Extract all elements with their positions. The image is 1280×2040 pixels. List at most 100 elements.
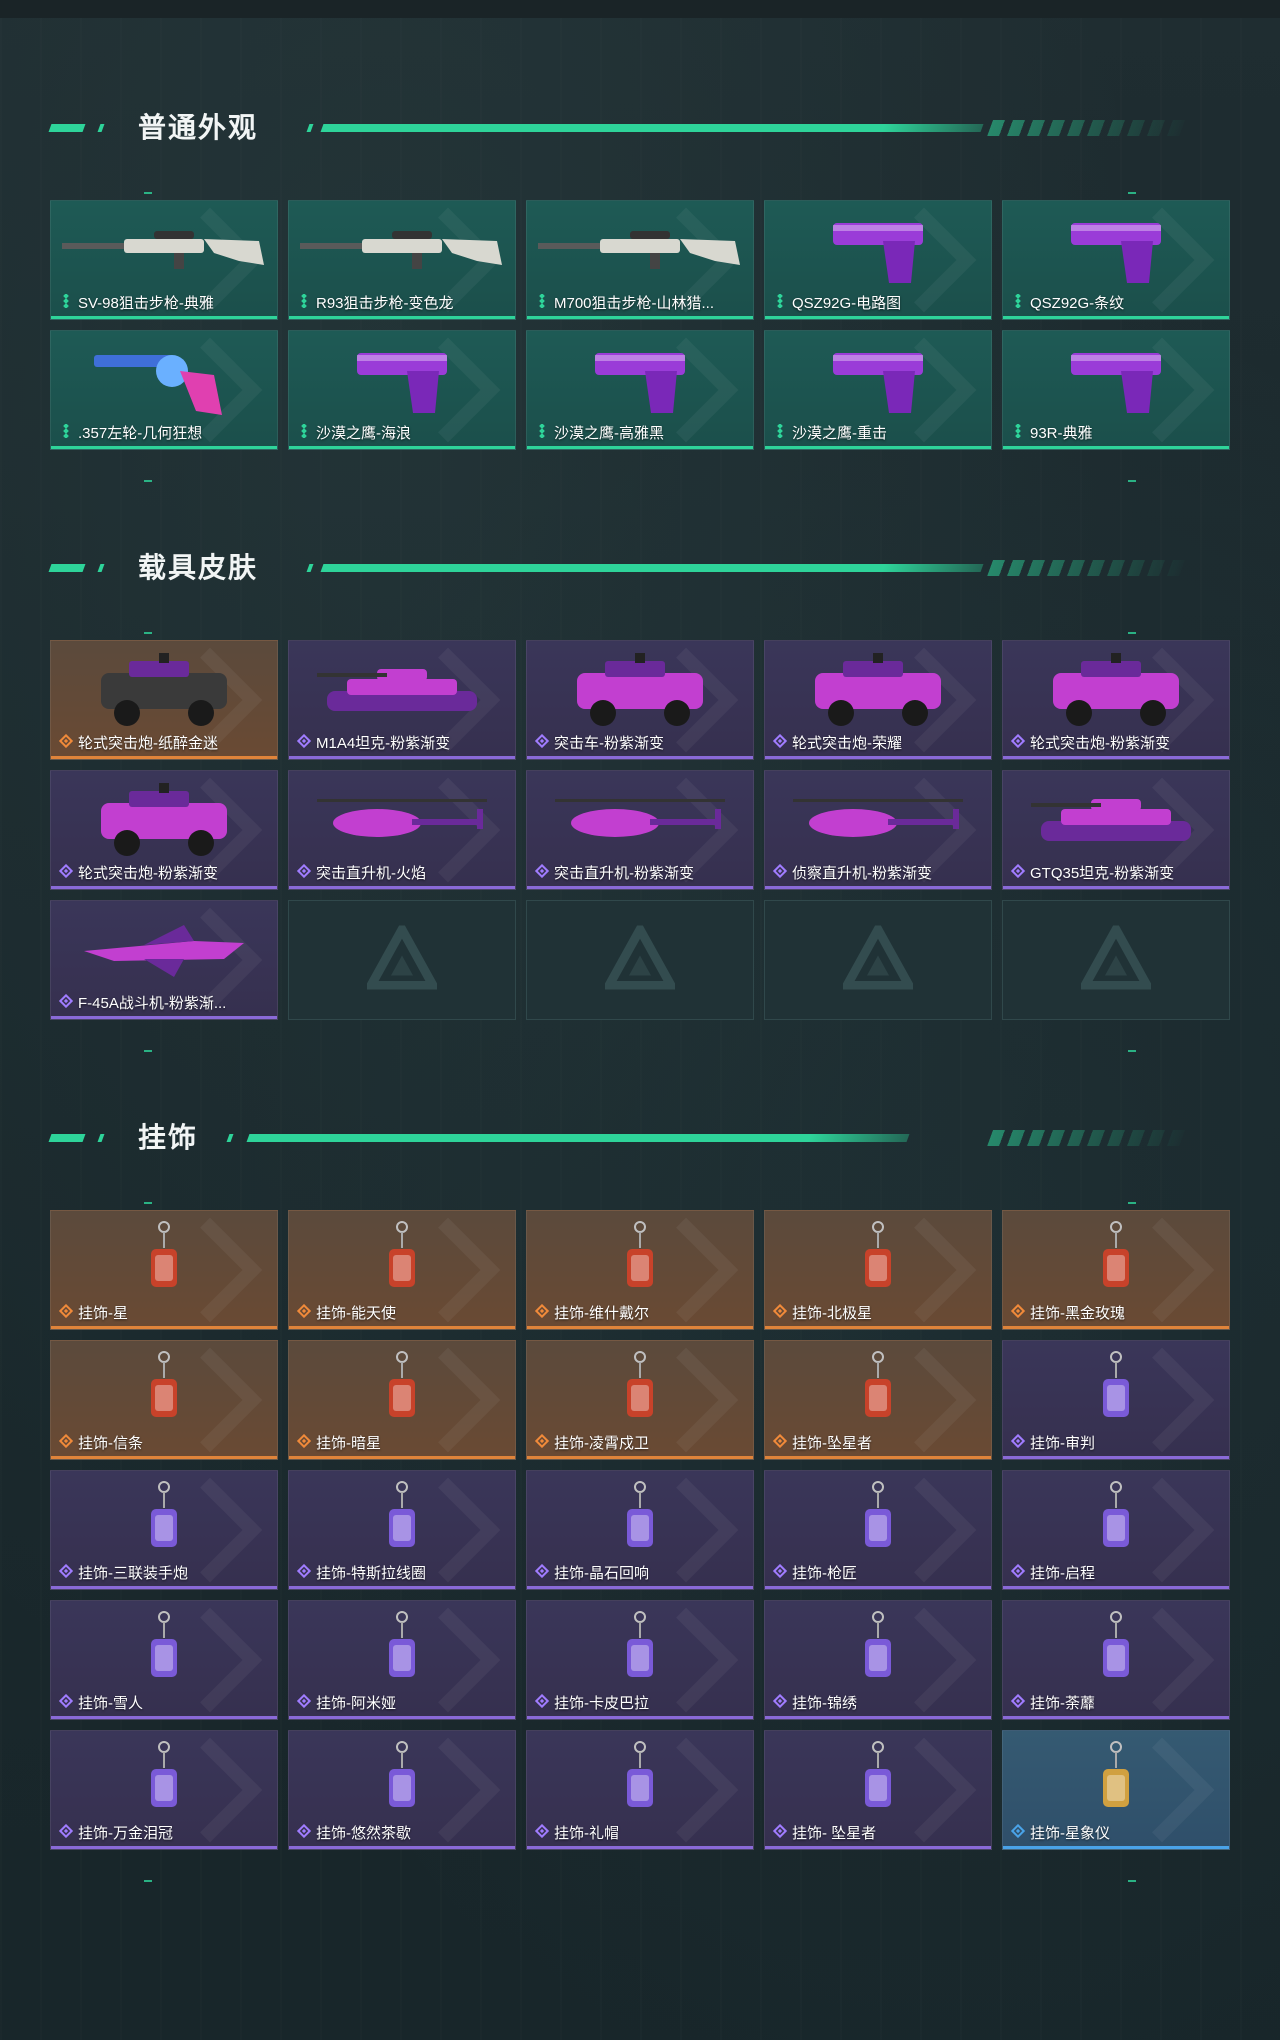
rarity-icon — [535, 733, 550, 752]
skin-card[interactable]: 轮式突击炮-荣耀 — [764, 640, 992, 760]
header-checker — [987, 560, 1193, 576]
skin-label-row: 挂饰-特斯拉线圈 — [297, 1562, 509, 1583]
skin-card[interactable]: 挂饰-晶石回响 — [526, 1470, 754, 1590]
skin-card[interactable]: 挂饰-阿米娅 — [288, 1600, 516, 1720]
skin-name: 挂饰-锦绣 — [792, 1695, 857, 1712]
rarity-icon — [59, 1693, 74, 1712]
skin-card[interactable]: 挂饰-悠然茶歇 — [288, 1730, 516, 1850]
skin-card[interactable]: 轮式突击炮-纸醉金迷 — [50, 640, 278, 760]
skin-card[interactable]: 沙漠之鹰-高雅黑 — [526, 330, 754, 450]
skin-name: 突击直升机-火焰 — [316, 865, 426, 882]
skin-card[interactable]: 挂饰-暗星 — [288, 1340, 516, 1460]
skin-card[interactable]: 挂饰-启程 — [1002, 1470, 1230, 1590]
rarity-icon — [297, 1563, 312, 1582]
skin-card[interactable]: 挂饰-锦绣 — [764, 1600, 992, 1720]
skin-name: 挂饰-特斯拉线圈 — [316, 1565, 426, 1582]
charm-icon — [1003, 1219, 1229, 1303]
skin-card[interactable]: 沙漠之鹰-重击 — [764, 330, 992, 450]
skin-card[interactable]: 突击直升机-火焰 — [288, 770, 516, 890]
skin-card[interactable]: 挂饰-北极星 — [764, 1210, 992, 1330]
skin-name: .357左轮-几何狂想 — [78, 425, 203, 442]
pistol-icon — [1003, 209, 1229, 293]
skin-card[interactable]: 突击直升机-粉紫渐变 — [526, 770, 754, 890]
placeholder-logo-icon — [601, 920, 679, 995]
charm-icon — [289, 1479, 515, 1563]
skin-card[interactable]: 挂饰-特斯拉线圈 — [288, 1470, 516, 1590]
skin-card[interactable]: 挂饰-坠星者 — [764, 1340, 992, 1460]
charm-icon — [289, 1349, 515, 1433]
skin-card[interactable]: 93R-典雅 — [1002, 330, 1230, 450]
rifle-icon — [289, 209, 515, 293]
skin-card[interactable]: QSZ92G-条纹 — [1002, 200, 1230, 320]
skin-card[interactable]: 挂饰-万金泪冠 — [50, 1730, 278, 1850]
skin-card[interactable]: QSZ92G-电路图 — [764, 200, 992, 320]
skin-card[interactable]: M700狙击步枪-山林猎... — [526, 200, 754, 320]
skin-card[interactable]: M1A4坦克-粉紫渐变 — [288, 640, 516, 760]
skin-card[interactable]: 挂饰-雪人 — [50, 1600, 278, 1720]
skin-card[interactable]: 突击车-粉紫渐变 — [526, 640, 754, 760]
skin-card[interactable]: 挂饰-枪匠 — [764, 1470, 992, 1590]
grid-tick — [144, 1050, 152, 1052]
item-grid: 轮式突击炮-纸醉金迷 M1A4坦克-粉紫渐变 突击车-粉紫渐变 轮式突击炮-荣耀… — [50, 640, 1230, 1020]
skin-card[interactable]: 挂饰-星 — [50, 1210, 278, 1330]
skin-card[interactable]: 轮式突击炮-粉紫渐变 — [50, 770, 278, 890]
rarity-icon — [1011, 1433, 1026, 1452]
charm-icon — [1003, 1349, 1229, 1433]
charm-icon — [1003, 1739, 1229, 1823]
header-checker — [987, 1130, 1193, 1146]
placeholder-logo-icon — [1077, 920, 1155, 995]
skin-card[interactable]: 挂饰-维什戴尔 — [526, 1210, 754, 1330]
skin-name: 挂饰-星 — [78, 1305, 128, 1322]
empty-slot — [526, 900, 754, 1020]
skin-card[interactable]: 挂饰-星象仪 — [1002, 1730, 1230, 1850]
rarity-icon — [1011, 1563, 1026, 1582]
skin-label-row: 挂饰-阿米娅 — [297, 1692, 509, 1713]
skin-name: 挂饰-暗星 — [316, 1435, 381, 1452]
charm-icon — [51, 1609, 277, 1693]
skin-card[interactable]: 侦察直升机-粉紫渐变 — [764, 770, 992, 890]
header-bar — [320, 564, 984, 572]
skin-card[interactable]: 挂饰-荼蘼 — [1002, 1600, 1230, 1720]
section-header: 载具皮肤 — [0, 550, 1280, 590]
skin-card[interactable]: 轮式突击炮-粉紫渐变 — [1002, 640, 1230, 760]
skin-card[interactable]: .357左轮-几何狂想 — [50, 330, 278, 450]
skin-label-row: .357左轮-几何狂想 — [59, 422, 271, 443]
skin-card[interactable]: 挂饰-三联装手炮 — [50, 1470, 278, 1590]
skin-name: GTQ35坦克-粉紫渐变 — [1030, 865, 1175, 882]
item-grid: 挂饰-星 挂饰-能天使 挂饰-维什戴尔 挂饰-北极星 挂饰-黑金玫瑰 挂饰-信条… — [50, 1210, 1230, 1850]
skin-card[interactable]: SV-98狙击步枪-典雅 — [50, 200, 278, 320]
skin-label-row: 挂饰-晶石回响 — [535, 1562, 747, 1583]
skin-card[interactable]: 挂饰- 坠星者 — [764, 1730, 992, 1850]
armored-vehicle-icon — [527, 649, 753, 733]
skin-label-row: 挂饰-信条 — [59, 1432, 271, 1453]
skin-name: 轮式突击炮-粉紫渐变 — [78, 865, 218, 882]
skin-card[interactable]: 挂饰-能天使 — [288, 1210, 516, 1330]
placeholder-logo-icon — [839, 920, 917, 995]
skin-card[interactable]: 挂饰-凌霄戍卫 — [526, 1340, 754, 1460]
rarity-icon — [535, 1433, 550, 1452]
skin-label-row: 挂饰-维什戴尔 — [535, 1302, 747, 1323]
skin-card[interactable]: 挂饰-卡皮巴拉 — [526, 1600, 754, 1720]
skin-label-row: 挂饰-审判 — [1011, 1432, 1223, 1453]
skin-label-row: 轮式突击炮-粉紫渐变 — [1011, 732, 1223, 753]
skin-label-row: 挂饰-锦绣 — [773, 1692, 985, 1713]
empty-slot — [764, 900, 992, 1020]
rarity-icon — [1011, 422, 1025, 442]
skin-card[interactable]: 挂饰-审判 — [1002, 1340, 1230, 1460]
armored-vehicle-icon — [765, 649, 991, 733]
jet-icon — [51, 909, 277, 993]
skin-name: 挂饰-荼蘼 — [1030, 1695, 1095, 1712]
skin-card[interactable]: R93狙击步枪-变色龙 — [288, 200, 516, 320]
pistol-icon — [1003, 339, 1229, 423]
armored-vehicle-icon — [51, 649, 277, 733]
skin-card[interactable]: 挂饰-信条 — [50, 1340, 278, 1460]
skin-card[interactable]: 沙漠之鹰-海浪 — [288, 330, 516, 450]
header-accent — [306, 124, 314, 132]
skin-card[interactable]: GTQ35坦克-粉紫渐变 — [1002, 770, 1230, 890]
skin-label-row: 挂饰-暗星 — [297, 1432, 509, 1453]
skin-name: 挂饰-黑金玫瑰 — [1030, 1305, 1125, 1322]
section-header: 挂饰 — [0, 1120, 1280, 1160]
skin-card[interactable]: F-45A战斗机-粉紫渐... — [50, 900, 278, 1020]
skin-card[interactable]: 挂饰-礼帽 — [526, 1730, 754, 1850]
skin-card[interactable]: 挂饰-黑金玫瑰 — [1002, 1210, 1230, 1330]
